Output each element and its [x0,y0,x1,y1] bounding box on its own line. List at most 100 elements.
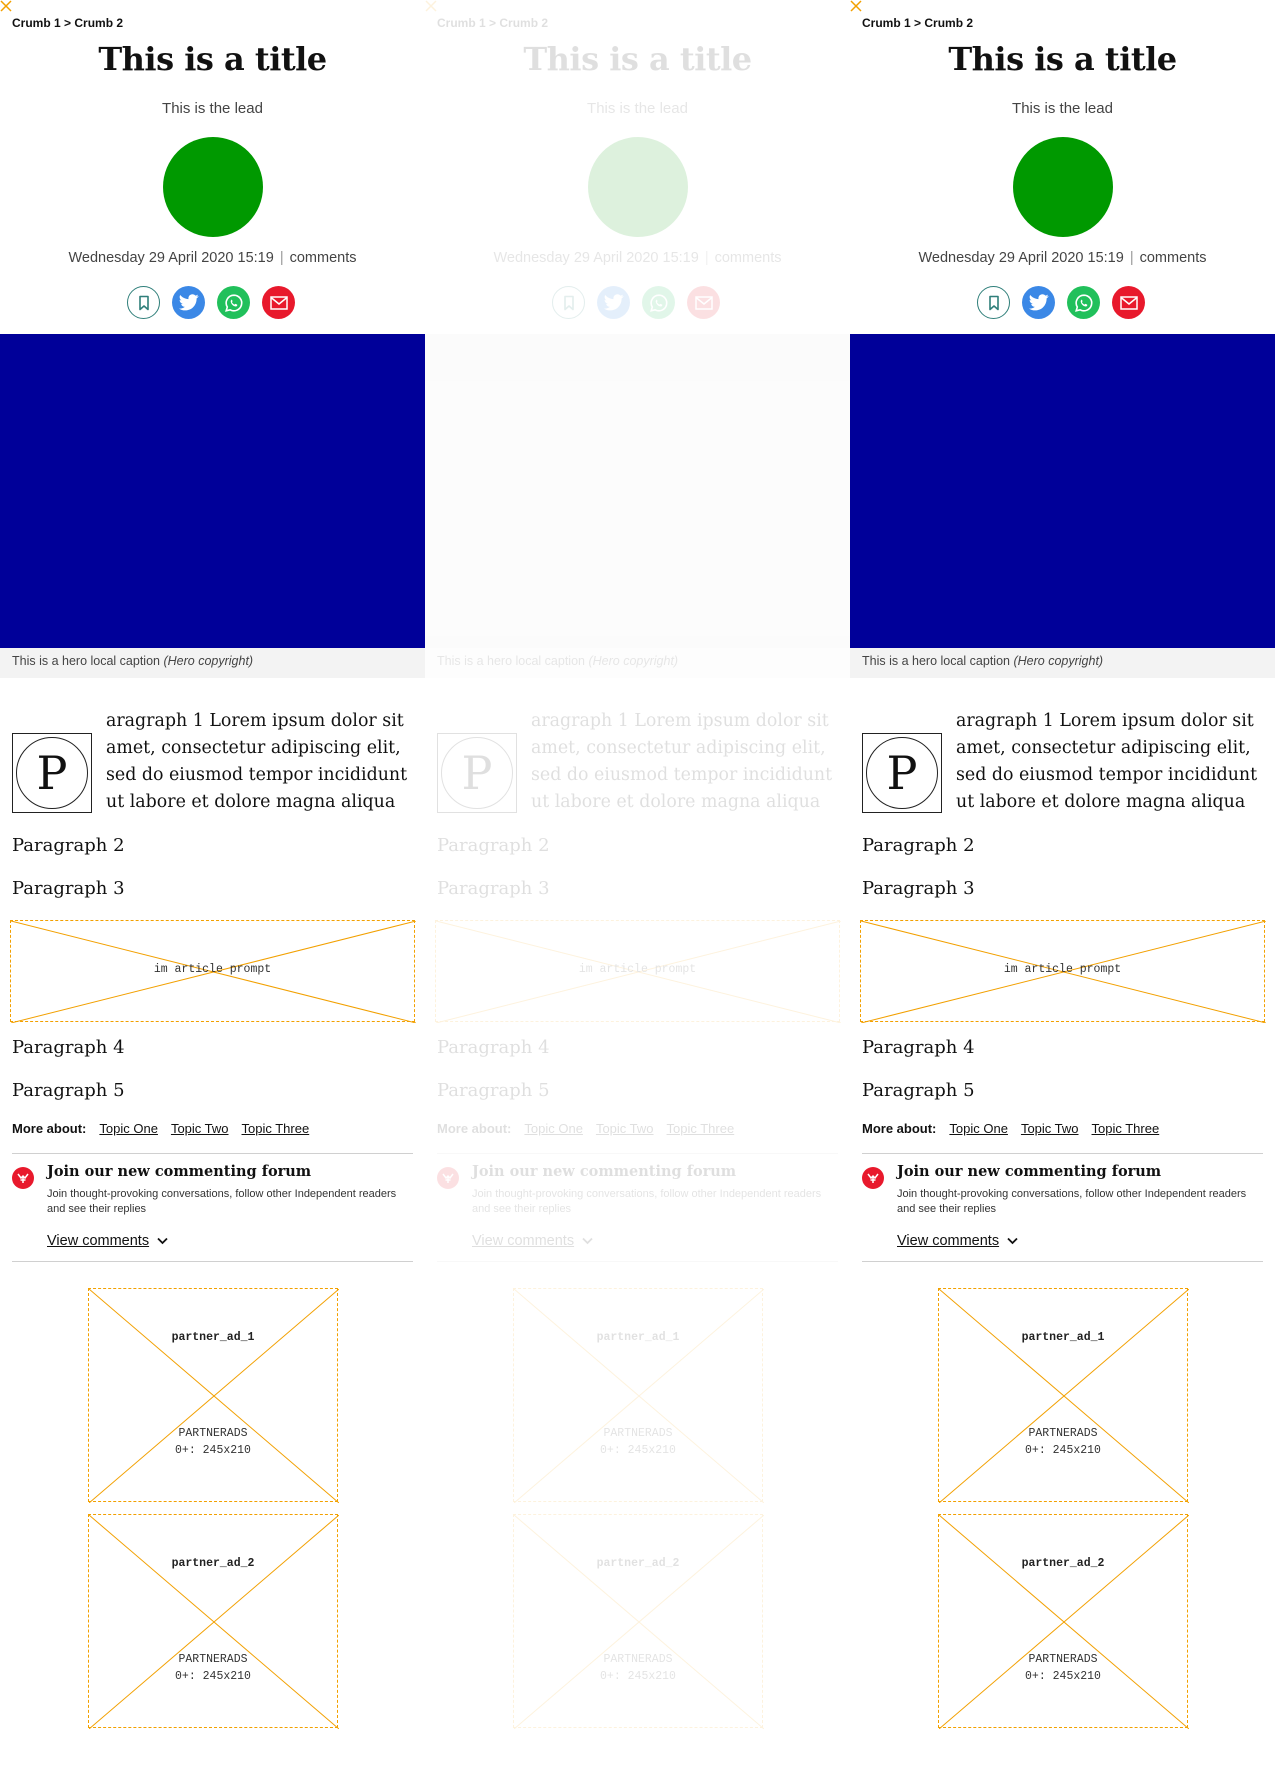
breadcrumb-item-1[interactable]: Crumb 1 [12,16,61,30]
whatsapp-icon [1074,293,1092,312]
partner-ad-1-size: 0+: 245x210 [1025,1444,1101,1457]
divider [862,1153,1263,1154]
page-title: This is a title [98,40,327,78]
whatsapp-share-button[interactable] [642,286,675,319]
in-article-ad-placeholder: im article prompt [860,920,1266,1023]
forum-title: Join our new commenting forum [472,1163,737,1180]
independent-eagle-icon [862,1167,884,1189]
view-comments-button[interactable]: View comments [472,1233,593,1249]
bookmark-button[interactable] [552,286,585,319]
topic-link-2[interactable]: Topic Two [1021,1121,1079,1136]
twitter-share-button[interactable] [172,286,205,319]
email-share-button[interactable] [262,286,295,319]
paragraph-5: Paragraph 5 [437,1080,550,1101]
paragraph-3: Paragraph 3 [437,878,550,899]
page-title: This is a title [523,40,752,78]
partner-ad-2: partner_ad_2 PARTNERADS 0+: 245x210 [88,1514,339,1729]
article-inner: Crumb 1 > Crumb 2 This is a title This i… [425,0,850,1766]
twitter-share-button[interactable] [597,286,630,319]
partner-ad-2-label: PARTNERADS [178,1653,248,1666]
hero-copyright: (Hero copyright) [163,654,254,668]
article-meta: Wednesday 29 April 2020 15:19 | comments [425,250,850,266]
more-about-label: More about: [437,1121,512,1136]
partner-ad-1-name: partner_ad_1 [1021,1331,1105,1344]
forum-subtitle: Join thought-provoking conversations, fo… [897,1188,1247,1215]
twitter-share-button[interactable] [1022,286,1055,319]
whatsapp-icon [224,293,242,312]
topic-link-2[interactable]: Topic Two [171,1121,229,1136]
comments-link[interactable]: comments [1140,250,1207,266]
article-meta: Wednesday 29 April 2020 15:19 | comments [0,250,425,266]
more-about: More about: Topic One Topic Two Topic Th… [862,1121,1159,1136]
hero-caption: This is a hero local caption (Hero copyr… [425,648,850,678]
author-avatar [588,137,688,237]
twitter-icon [603,294,624,311]
more-about-label: More about: [862,1121,937,1136]
email-icon [269,295,288,310]
expand-corner-icon [850,0,862,12]
partner-ad-2-size: 0+: 245x210 [600,1670,676,1683]
partner-ad-2-label: PARTNERADS [1028,1653,1098,1666]
topic-link-1[interactable]: Topic One [524,1121,583,1136]
email-share-button[interactable] [1112,286,1145,319]
bookmark-icon [138,295,149,310]
topic-link-3[interactable]: Topic Three [667,1121,735,1136]
hero-caption-text: This is a hero local caption [437,654,585,668]
paragraph-4: Paragraph 4 [437,1037,550,1058]
placeholder-cross-icon [514,1515,764,1729]
breadcrumb-item-1[interactable]: Crumb 1 [862,16,911,30]
view-comments-label: View comments [472,1233,575,1249]
partner-ad-1: partner_ad_1 PARTNERADS 0+: 245x210 [938,1288,1189,1503]
breadcrumb-item-2[interactable]: Crumb 2 [499,16,548,30]
dropcap-letter: P [16,737,88,809]
topic-link-1[interactable]: Topic One [99,1121,158,1136]
in-article-ad-label: im article prompt [153,963,272,976]
share-bar [552,286,724,320]
comments-link[interactable]: comments [290,250,357,266]
independent-eagle-icon [437,1167,459,1189]
article-inner: Crumb 1 > Crumb 2 This is a title This i… [0,0,425,1766]
partner-ad-1-name: partner_ad_1 [171,1331,255,1344]
partner-ad-2-label: PARTNERADS [603,1653,673,1666]
paragraph-4: Paragraph 4 [862,1037,975,1058]
author-avatar [163,137,263,237]
bookmark-button[interactable] [127,286,160,319]
bookmark-button[interactable] [977,286,1010,319]
email-share-button[interactable] [687,286,720,319]
dropcap-letter: P [441,737,513,809]
whatsapp-share-button[interactable] [217,286,250,319]
hero-copyright: (Hero copyright) [588,654,679,668]
dropcap: P [862,733,942,813]
partner-ad-1-name: partner_ad_1 [596,1331,680,1344]
meta-separator: | [279,250,284,266]
comments-link[interactable]: comments [715,250,782,266]
topic-link-2[interactable]: Topic Two [596,1121,654,1136]
breadcrumb-item-1[interactable]: Crumb 1 [437,16,486,30]
topic-link-3[interactable]: Topic Three [1092,1121,1160,1136]
share-bar [977,286,1149,320]
partner-ad-2-size: 0+: 245x210 [1025,1670,1101,1683]
whatsapp-share-button[interactable] [1067,286,1100,319]
breadcrumb: Crumb 1 > Crumb 2 [12,16,123,30]
paragraph-1: aragraph 1 Lorem ipsum dolor sit amet, c… [106,711,408,812]
forum-title: Join our new commenting forum [897,1163,1162,1180]
placeholder-cross-icon [514,1289,764,1503]
divider [862,1261,1263,1262]
forum-title: Join our new commenting forum [47,1163,312,1180]
partner-ad-1-size: 0+: 245x210 [175,1444,251,1457]
hero-caption: This is a hero local caption (Hero copyr… [0,648,425,678]
divider [437,1153,838,1154]
breadcrumb-separator: > [64,16,72,30]
expand-corner-icon [0,0,12,12]
breadcrumb: Crumb 1 > Crumb 2 [437,16,548,30]
in-article-ad-label: im article prompt [1003,963,1122,976]
view-comments-button[interactable]: View comments [897,1233,1018,1249]
topic-link-3[interactable]: Topic Three [242,1121,310,1136]
breadcrumb-item-2[interactable]: Crumb 2 [924,16,973,30]
partner-ad-2-name: partner_ad_2 [1021,1557,1105,1570]
breadcrumb-item-2[interactable]: Crumb 2 [74,16,123,30]
expand-corner-icon [425,0,437,12]
view-comments-button[interactable]: View comments [47,1233,168,1249]
topic-link-1[interactable]: Topic One [949,1121,1008,1136]
dropcap-letter: P [866,737,938,809]
